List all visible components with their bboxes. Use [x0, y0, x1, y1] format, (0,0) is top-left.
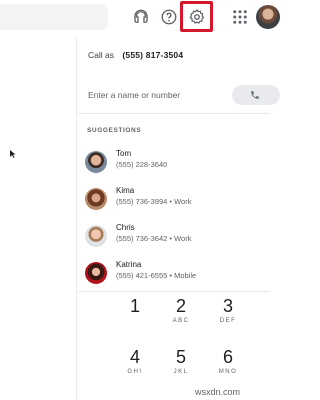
suggestion-item[interactable]: Chris (555) 736-3642 • Work	[77, 220, 270, 256]
keypad-key-6[interactable]: 6 MNO	[208, 347, 248, 385]
phone-icon	[251, 91, 259, 99]
call-button[interactable]	[232, 85, 280, 105]
suggestions-heading: SUGGESTIONS	[87, 127, 142, 134]
help-icon[interactable]	[158, 6, 180, 28]
key-letters: GHI	[127, 369, 143, 375]
key-digit: 1	[129, 296, 140, 316]
contact-name: Kima	[116, 186, 135, 195]
contact-avatar	[85, 225, 107, 247]
mouse-cursor-icon	[10, 150, 16, 158]
search-box[interactable]	[0, 4, 108, 30]
key-digit: 4	[129, 347, 140, 367]
call-as-label: Call as	[88, 50, 114, 60]
contact-detail: (555) 421-6555 • Mobile	[116, 271, 197, 280]
headset-icon[interactable]	[130, 6, 152, 28]
keypad-key-4[interactable]: 4 GHI	[115, 347, 155, 385]
suggestion-item[interactable]: Katrina (555) 421-6555 • Mobile	[77, 257, 270, 293]
call-as-number[interactable]: (555) 817-3504	[122, 50, 183, 60]
top-bar	[0, 0, 280, 38]
keypad-key-3[interactable]: 3 DEF	[208, 296, 248, 334]
keypad-key-5[interactable]: 5 JKL	[161, 347, 201, 385]
contact-name: Chris	[116, 223, 135, 232]
contact-name: Tom	[116, 149, 132, 158]
key-letters: DEF	[219, 318, 237, 324]
keypad-key-1[interactable]: 1	[115, 296, 155, 334]
key-digit: 5	[175, 347, 186, 367]
suggestion-item[interactable]: Tom (555) 228-3640	[77, 146, 270, 182]
suggestion-item[interactable]: Kima (555) 736-3994 • Work	[77, 183, 270, 219]
contact-avatar	[85, 151, 107, 173]
call-as-row: Call as (555) 817-3504	[88, 50, 183, 60]
key-letters	[115, 318, 155, 326]
contact-avatar	[85, 262, 107, 284]
key-digit: 2	[175, 296, 186, 316]
dialer-panel: Call as (555) 817-3504 SUGGESTIONS Tom (…	[77, 38, 280, 400]
key-digit: 3	[222, 296, 233, 316]
gear-highlight-box	[180, 1, 213, 32]
keypad-key-2[interactable]: 2 ABC	[161, 296, 201, 334]
input-divider	[77, 113, 270, 114]
contact-detail: (555) 228-3640	[116, 160, 168, 169]
apps-icon[interactable]	[229, 6, 251, 28]
contact-avatar	[85, 188, 107, 210]
key-letters: MNO	[218, 369, 238, 375]
contact-detail: (555) 736-3994 • Work	[116, 197, 192, 206]
key-digit: 6	[222, 347, 233, 367]
contact-detail: (555) 736-3642 • Work	[116, 234, 192, 243]
key-letters: ABC	[172, 318, 190, 324]
number-input[interactable]	[88, 88, 218, 102]
watermark: wsxdn.com	[195, 387, 241, 397]
keypad-divider	[77, 291, 270, 292]
left-pane	[0, 38, 76, 400]
avatar[interactable]	[256, 5, 280, 29]
key-letters: JKL	[173, 369, 189, 375]
contact-name: Katrina	[116, 260, 142, 269]
